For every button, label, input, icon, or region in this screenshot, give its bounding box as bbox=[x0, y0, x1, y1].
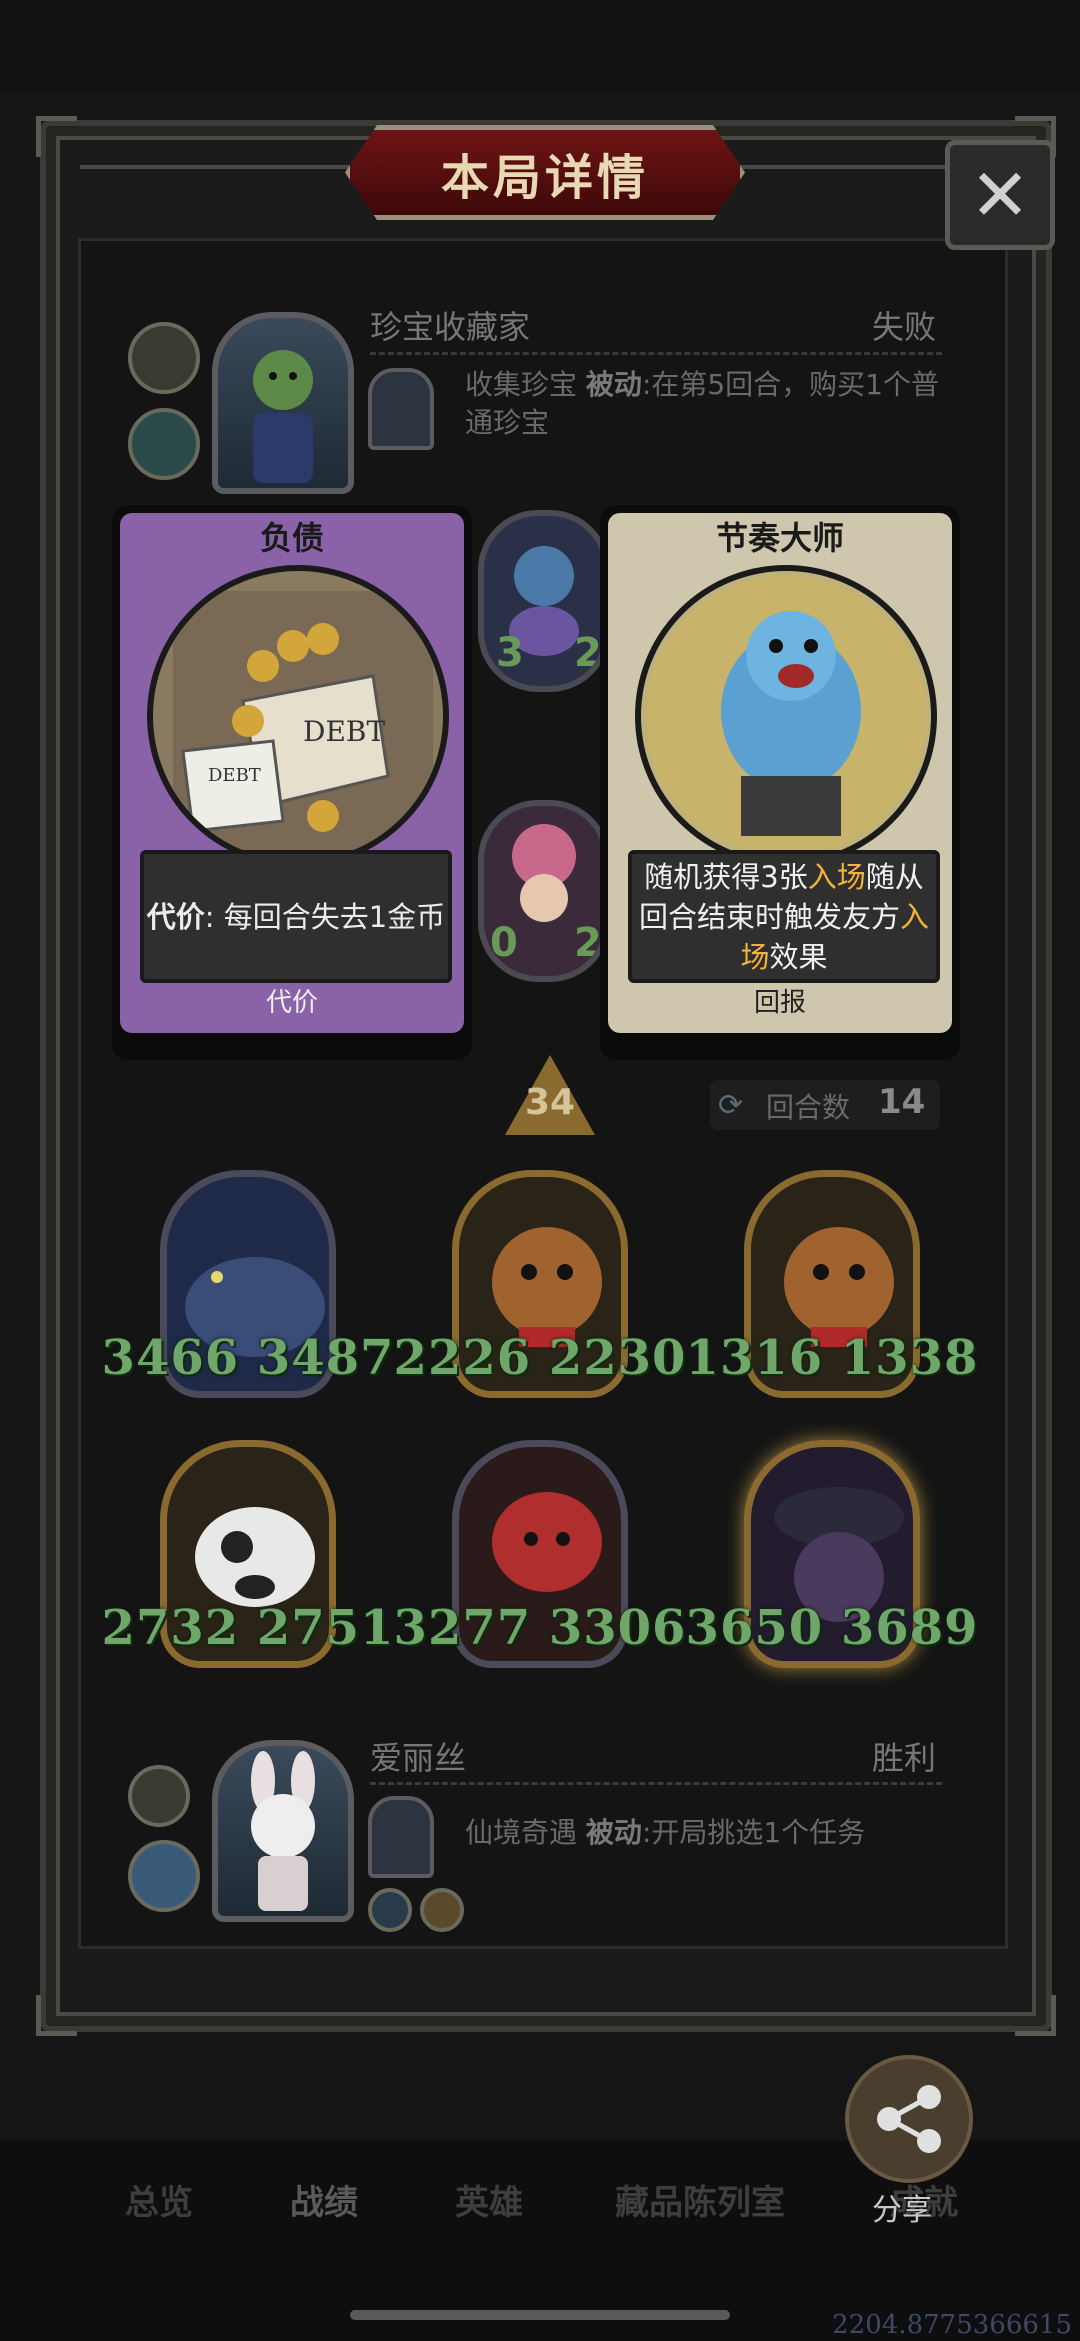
minion-octopus[interactable]: 3277 3306 bbox=[394, 1440, 685, 1670]
frame-corner bbox=[36, 116, 77, 157]
card-type-tag: 代价 bbox=[207, 983, 377, 1023]
fairy-minion[interactable]: 3 2 bbox=[478, 510, 610, 692]
minion-stats: 2732 2751 bbox=[101, 1600, 395, 1656]
frame-corner bbox=[36, 1995, 77, 2036]
card-keyword-enter: 入场 bbox=[807, 859, 866, 894]
debt-label: DEBT bbox=[303, 715, 385, 748]
ability-icon bbox=[420, 1888, 464, 1932]
card-effect: : 每回合失去1金币 bbox=[204, 899, 446, 934]
hero-skill-icon[interactable] bbox=[368, 368, 434, 450]
card-title: 负债 bbox=[259, 519, 324, 557]
hero-skill-description: 收集珍宝 被动:在第5回合，购买1个普通珍宝 bbox=[465, 366, 945, 442]
hero-skill-description: 仙境奇遇 被动:开局挑选1个任务 bbox=[465, 1814, 945, 1852]
debt-label: DEBT bbox=[208, 765, 261, 786]
minion-health: 2 bbox=[574, 630, 602, 676]
treasure-badge-icon bbox=[128, 1840, 200, 1912]
nav-collection[interactable]: 藏品陈列室 bbox=[615, 2175, 785, 2224]
minion-stats: 2226 2230 bbox=[393, 1330, 687, 1386]
round-arrow-value: 34 bbox=[524, 1082, 576, 1123]
refresh-icon: ⟳ bbox=[718, 1088, 744, 1123]
hero-portrait-treasure-collector[interactable] bbox=[212, 312, 354, 494]
watermark-id: 2204.8775366615 bbox=[832, 2310, 1072, 2340]
hero-skill-icon[interactable] bbox=[368, 1796, 434, 1878]
card-effect: 随机获得3张 bbox=[644, 859, 808, 894]
treasure-badge-icon bbox=[128, 408, 200, 480]
card-effect: 效果 bbox=[769, 939, 828, 974]
card-description: 随机获得3张入场随从回合结束时触发友方入场效果 bbox=[628, 850, 940, 983]
minion-stats: 3277 3306 bbox=[393, 1600, 687, 1656]
seal-art bbox=[635, 565, 937, 867]
match-result: 失败 bbox=[872, 308, 937, 346]
round-count-badge: ⟳ 回合数 14 bbox=[710, 1080, 940, 1130]
skill-type: 被动 bbox=[585, 1816, 642, 1849]
card-type-tag: 回报 bbox=[695, 983, 865, 1023]
card-title: 节奏大师 bbox=[715, 519, 844, 557]
nav-heroes[interactable]: 英雄 bbox=[455, 2175, 523, 2224]
title-banner: 本局详情 bbox=[345, 125, 745, 220]
flower-minion[interactable]: 0 2 bbox=[478, 800, 610, 982]
player-name: 爱丽丝 bbox=[370, 1739, 467, 1777]
treasure-badge-icon bbox=[128, 322, 200, 394]
skill-type: 被动 bbox=[585, 368, 642, 401]
minion-raccoon[interactable]: 2226 2230 bbox=[394, 1170, 685, 1400]
top-backdrop bbox=[0, 0, 1080, 90]
close-icon: ✕ bbox=[969, 153, 1031, 237]
title-divider bbox=[730, 165, 945, 169]
seal-icon bbox=[646, 576, 926, 856]
frame-corner bbox=[1015, 1995, 1056, 2036]
page-title: 本局详情 bbox=[440, 149, 649, 206]
debt-art: DEBT DEBT bbox=[147, 565, 449, 867]
share-label: 分享 bbox=[872, 2193, 932, 2228]
minion-whale[interactable]: 3466 3487 bbox=[102, 1170, 393, 1400]
minion-health: 2 bbox=[574, 920, 602, 966]
match-result: 胜利 bbox=[872, 1739, 937, 1777]
minion-stats: 3466 3487 bbox=[101, 1330, 395, 1386]
minion-stats: 3650 3689 bbox=[685, 1600, 979, 1656]
card-keyword: 代价 bbox=[146, 899, 205, 934]
home-indicator bbox=[350, 2310, 730, 2320]
player-name: 珍宝收藏家 bbox=[370, 308, 531, 346]
minion-dog[interactable]: 2732 2751 bbox=[102, 1440, 393, 1670]
round-count: 14 bbox=[878, 1082, 926, 1122]
minion-attack: 3 bbox=[496, 630, 524, 676]
close-button[interactable]: ✕ bbox=[945, 140, 1055, 250]
debt-scroll-icon: DEBT DEBT bbox=[173, 591, 433, 851]
goblin-hero-icon bbox=[253, 350, 313, 483]
nav-records[interactable]: 战绩 bbox=[290, 2175, 358, 2224]
minion-raccoon[interactable]: 1316 1338 bbox=[686, 1170, 977, 1400]
minion-ghost-pirate[interactable]: 3650 3689 bbox=[686, 1440, 977, 1670]
round-label: 回合数 bbox=[766, 1091, 851, 1124]
skill-name: 仙境奇遇 bbox=[465, 1816, 578, 1849]
card-rhythm-master[interactable]: 节奏大师 随机获得3张入场随从回合结束时触发友方入场效果 回报 bbox=[600, 505, 960, 1060]
ability-icon bbox=[368, 1888, 412, 1932]
rabbit-hero-icon bbox=[251, 1751, 315, 1911]
card-description: 代价: 每回合失去1金币 bbox=[140, 850, 452, 983]
minion-stats: 1316 1338 bbox=[685, 1330, 979, 1386]
share-icon bbox=[877, 2085, 941, 2153]
nav-overview[interactable]: 总览 bbox=[125, 2175, 193, 2224]
share-button[interactable] bbox=[845, 2055, 973, 2183]
card-debt[interactable]: 负债 DEBT DEBT 代价: 每回合失去1金币 代价 bbox=[112, 505, 472, 1060]
skill-detail: :开局挑选1个任务 bbox=[641, 1816, 866, 1849]
skill-name: 收集珍宝 bbox=[465, 368, 578, 401]
dashed-divider bbox=[370, 1782, 942, 1785]
title-divider bbox=[80, 165, 350, 169]
minion-attack: 0 bbox=[490, 920, 518, 966]
treasure-badge-icon bbox=[128, 1765, 190, 1827]
hero-portrait-alice[interactable] bbox=[212, 1740, 354, 1922]
dashed-divider bbox=[370, 352, 942, 355]
